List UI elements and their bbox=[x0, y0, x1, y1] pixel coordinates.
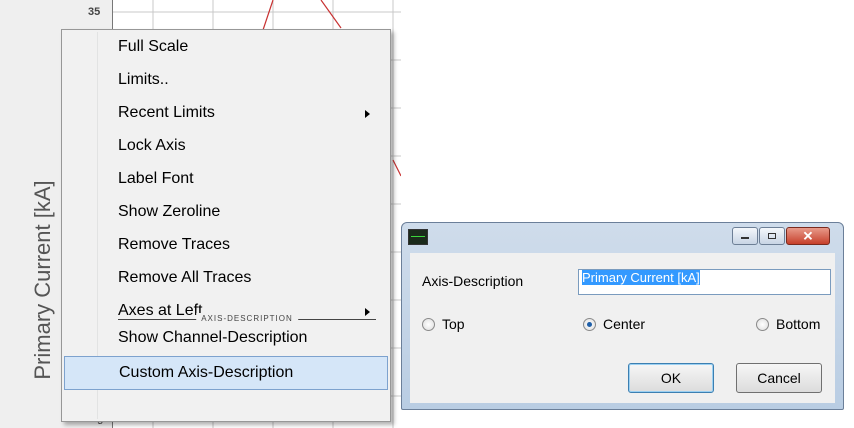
y-tick-label-top: 35 bbox=[88, 6, 101, 18]
menu-item-full-scale[interactable]: Full Scale bbox=[64, 33, 388, 63]
menu-item-custom-axis-description[interactable]: Custom Axis-Description bbox=[64, 356, 388, 390]
maximize-button[interactable] bbox=[759, 227, 785, 245]
axis-description-dialog: ✕ Axis-Description Primary Current [kA] … bbox=[401, 222, 844, 410]
close-icon: ✕ bbox=[802, 228, 814, 244]
trace-line bbox=[392, 159, 401, 177]
maximize-icon bbox=[768, 233, 776, 239]
menu-item-label: Lock Axis bbox=[118, 137, 186, 154]
radio-button-icon bbox=[422, 318, 435, 331]
menu-item-label: Show Channel-Description bbox=[118, 329, 308, 346]
menu-item-label: Recent Limits bbox=[118, 104, 215, 121]
axis-context-menu: Full Scale Limits.. Recent Limits Lock A… bbox=[61, 29, 391, 422]
axis-description-value: Primary Current [kA] bbox=[582, 270, 700, 285]
dialog-body: Axis-Description Primary Current [kA] To… bbox=[410, 253, 835, 403]
menu-item-limits[interactable]: Limits.. bbox=[64, 66, 388, 96]
radio-button-checked-icon bbox=[583, 318, 596, 331]
radio-label: Center bbox=[603, 316, 646, 332]
cancel-button[interactable]: Cancel bbox=[736, 363, 822, 393]
ok-button[interactable]: OK bbox=[628, 363, 714, 393]
menu-item-label: Full Scale bbox=[118, 38, 189, 55]
menu-item-label: Limits.. bbox=[118, 71, 169, 88]
menu-item-label: Show Zeroline bbox=[118, 203, 221, 220]
y-axis-label[interactable]: Primary Current [kA] bbox=[30, 180, 56, 379]
menu-item-recent-limits[interactable]: Recent Limits bbox=[64, 99, 388, 129]
trace-line bbox=[262, 0, 274, 31]
menu-item-remove-traces[interactable]: Remove Traces bbox=[64, 231, 388, 261]
menu-item-label: Custom Axis-Description bbox=[119, 364, 294, 381]
radio-label: Top bbox=[442, 316, 465, 332]
axis-description-label: Axis-Description bbox=[422, 273, 524, 289]
menu-item-label: Label Font bbox=[118, 170, 194, 187]
submenu-arrow-icon bbox=[365, 110, 370, 118]
app-icon bbox=[408, 229, 428, 245]
menu-item-show-zeroline[interactable]: Show Zeroline bbox=[64, 198, 388, 228]
menu-item-label: Remove All Traces bbox=[118, 269, 252, 286]
close-button[interactable]: ✕ bbox=[786, 227, 830, 245]
menu-item-label: Remove Traces bbox=[118, 236, 231, 253]
minimize-icon bbox=[741, 237, 749, 239]
menu-item-remove-all-traces[interactable]: Remove All Traces bbox=[64, 264, 388, 294]
menu-item-lock-axis[interactable]: Lock Axis bbox=[64, 132, 388, 162]
trace-line bbox=[320, 0, 342, 29]
axis-description-input[interactable]: Primary Current [kA] bbox=[578, 269, 831, 295]
menu-item-show-channel-description[interactable]: Show Channel-Description bbox=[64, 324, 388, 354]
radio-button-icon bbox=[756, 318, 769, 331]
radio-label: Bottom bbox=[776, 316, 821, 332]
menu-item-label-font[interactable]: Label Font bbox=[64, 165, 388, 195]
minimize-button[interactable] bbox=[732, 227, 758, 245]
